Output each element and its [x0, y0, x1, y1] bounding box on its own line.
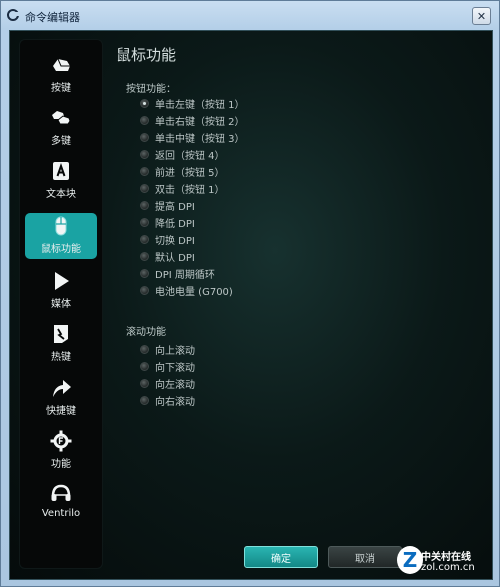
- zol-logo-icon: Z: [397, 546, 423, 574]
- page-title: 鼠标功能: [116, 46, 177, 64]
- play-icon: [55, 272, 69, 290]
- radio-right-click[interactable]: 单击右键（按钮 2）: [140, 114, 245, 128]
- zol-watermark: Z 中关村在线 zol.com.cn: [397, 544, 495, 580]
- watermark-url: zol.com.cn: [421, 562, 475, 573]
- option-label: 向左滚动: [155, 380, 195, 391]
- radio-battery-level[interactable]: 电池电量 (G700): [140, 284, 233, 298]
- close-button[interactable]: ✕: [472, 7, 491, 25]
- radio-button[interactable]: [140, 252, 149, 261]
- radio-dpi-shift[interactable]: 切换 DPI: [140, 233, 195, 247]
- close-icon: ✕: [476, 9, 487, 23]
- sidebar-item-ventrilo[interactable]: Ventrilo: [25, 481, 97, 527]
- sidebar-item-mouse-function[interactable]: 鼠标功能: [25, 213, 97, 259]
- sidebar-item-label: Ventrilo: [41, 508, 81, 519]
- radio-double-click[interactable]: 双击（按钮 1）: [140, 182, 225, 196]
- option-label: 单击中键（按钮 3）: [155, 134, 245, 145]
- option-label: 单击左键（按钮 1）: [155, 100, 245, 111]
- sidebar-item-label: 热键: [51, 352, 71, 363]
- radio-scroll-right[interactable]: 向右滚动: [140, 394, 195, 408]
- radio-button[interactable]: [140, 269, 149, 278]
- logitech-logo-icon: [7, 9, 19, 21]
- sidebar-item-shortcut[interactable]: 快捷键: [25, 375, 97, 421]
- mouse-function-panel: 鼠标功能 按钮功能： 单击左键（按钮 1） 单击右键（按钮 2） 单击中键（按钮…: [112, 31, 484, 579]
- option-label: 提高 DPI: [155, 202, 195, 213]
- radio-left-click[interactable]: 单击左键（按钮 1）: [140, 97, 245, 111]
- sidebar-item-label: 多键: [51, 136, 71, 147]
- option-label: 切换 DPI: [155, 236, 195, 247]
- mouse-button-icon: [53, 58, 70, 71]
- scroll-function-heading: 滚动功能: [126, 327, 166, 338]
- mouse-icon: [55, 216, 67, 236]
- sidebar-item-hotkey[interactable]: 热键: [25, 321, 97, 367]
- option-label: 向右滚动: [155, 397, 195, 408]
- radio-button[interactable]: [140, 235, 149, 244]
- editor-panel: 按键 多键 文本块 鼠标功能 媒体 热键 快捷键 功能 Ventrilo 鼠标功…: [9, 30, 493, 580]
- shortcut-arrow-icon: [53, 380, 71, 397]
- radio-button[interactable]: [140, 116, 149, 125]
- option-label: DPI 周期循环: [155, 270, 215, 281]
- option-label: 电池电量 (G700): [155, 287, 233, 298]
- radio-button[interactable]: [140, 184, 149, 193]
- radio-middle-click[interactable]: 单击中键（按钮 3）: [140, 131, 245, 145]
- radio-button[interactable]: [140, 218, 149, 227]
- ventrilo-headset-icon: [51, 484, 71, 501]
- sidebar-item-function[interactable]: 功能: [25, 428, 97, 474]
- radio-button-selected[interactable]: [140, 99, 149, 108]
- text-block-icon: [53, 162, 69, 180]
- radio-forward[interactable]: 前进（按钮 5）: [140, 165, 225, 179]
- watermark-name: 中关村在线: [421, 552, 471, 563]
- sidebar-item-label: 功能: [51, 459, 71, 470]
- radio-scroll-up[interactable]: 向上滚动: [140, 343, 195, 357]
- option-label: 前进（按钮 5）: [155, 168, 225, 179]
- button-function-heading: 按钮功能：: [126, 84, 176, 95]
- sidebar-item-label: 按键: [51, 83, 71, 94]
- sidebar-item-text-block[interactable]: 文本块: [25, 158, 97, 204]
- radio-back[interactable]: 返回（按钮 4）: [140, 148, 225, 162]
- option-label: 返回（按钮 4）: [155, 151, 225, 162]
- sidebar-item-label: 快捷键: [46, 406, 76, 417]
- option-label: 向下滚动: [155, 363, 195, 374]
- option-label: 降低 DPI: [155, 219, 195, 230]
- option-label: 单击右键（按钮 2）: [155, 117, 245, 128]
- radio-dpi-up[interactable]: 提高 DPI: [140, 199, 195, 213]
- radio-scroll-left[interactable]: 向左滚动: [140, 377, 195, 391]
- radio-button[interactable]: [140, 345, 149, 354]
- radio-button[interactable]: [140, 201, 149, 210]
- hotkey-icon: [54, 325, 68, 343]
- ok-button[interactable]: 确定: [244, 546, 318, 568]
- sidebar: 按键 多键 文本块 鼠标功能 媒体 热键 快捷键 功能 Ventrilo: [19, 39, 103, 569]
- sidebar-item-label: 文本块: [46, 189, 76, 200]
- radio-button[interactable]: [140, 379, 149, 388]
- sidebar-item-media[interactable]: 媒体: [25, 268, 97, 314]
- radio-scroll-down[interactable]: 向下滚动: [140, 360, 195, 374]
- radio-dpi-cycle[interactable]: DPI 周期循环: [140, 267, 215, 281]
- command-editor-window: 命令编辑器 ✕ 按键 多键 文本块 鼠标功能 媒体 热键 快捷键 功能 Vent…: [0, 0, 500, 587]
- sidebar-item-label: 媒体: [51, 299, 71, 310]
- radio-button[interactable]: [140, 167, 149, 176]
- option-label: 默认 DPI: [155, 253, 195, 264]
- window-title: 命令编辑器: [25, 11, 80, 24]
- multi-key-icon: [52, 111, 71, 125]
- radio-button[interactable]: [140, 150, 149, 159]
- cancel-button[interactable]: 取消: [328, 546, 402, 568]
- sidebar-item-multikey[interactable]: 多键: [25, 105, 97, 151]
- title-bar[interactable]: 命令编辑器 ✕: [1, 1, 499, 29]
- radio-button[interactable]: [140, 133, 149, 142]
- radio-button[interactable]: [140, 286, 149, 295]
- radio-dpi-down[interactable]: 降低 DPI: [140, 216, 195, 230]
- sidebar-item-label: 鼠标功能: [41, 244, 81, 255]
- radio-dpi-default[interactable]: 默认 DPI: [140, 250, 195, 264]
- radio-button[interactable]: [140, 362, 149, 371]
- radio-button[interactable]: [140, 396, 149, 405]
- sidebar-item-keystroke[interactable]: 按键: [25, 52, 97, 98]
- option-label: 双击（按钮 1）: [155, 185, 225, 196]
- function-gear-icon: [50, 430, 72, 452]
- option-label: 向上滚动: [155, 346, 195, 357]
